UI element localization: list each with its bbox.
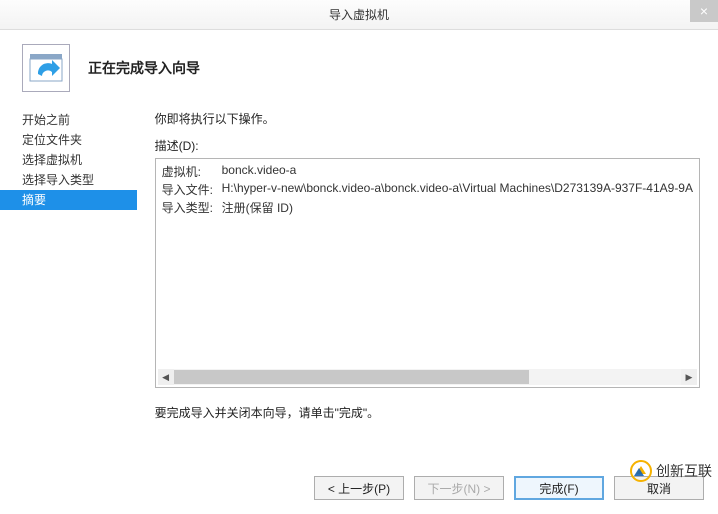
scroll-right-button[interactable]: ▶: [681, 369, 697, 385]
title-bar: 导入虚拟机 ×: [0, 0, 718, 30]
sidebar-item-label: 摘要: [22, 193, 46, 207]
sidebar-item-label: 选择虚拟机: [22, 153, 82, 167]
summary-val: 注册(保留 ID): [222, 199, 693, 216]
finish-button[interactable]: 完成(F): [514, 476, 604, 500]
summary-intro: 你即将执行以下操作。: [155, 110, 700, 127]
window-title: 导入虚拟机: [329, 6, 389, 23]
sidebar-item-locate-folder[interactable]: 定位文件夹: [20, 130, 137, 150]
close-icon: ×: [700, 3, 708, 19]
sidebar-item-select-vm[interactable]: 选择虚拟机: [20, 150, 137, 170]
next-button: 下一步(N) >: [414, 476, 504, 500]
chevron-right-icon: ▶: [686, 372, 693, 383]
finish-hint: 要完成导入并关闭本向导，请单击"完成"。: [155, 404, 700, 421]
sidebar-item-import-type[interactable]: 选择导入类型: [20, 170, 137, 190]
sidebar-item-label: 开始之前: [22, 113, 70, 127]
scroll-track[interactable]: [174, 369, 681, 385]
wizard-icon-frame: [22, 44, 70, 92]
previous-button[interactable]: < 上一步(P): [314, 476, 404, 500]
sidebar-item-before-begin[interactable]: 开始之前: [20, 110, 137, 130]
summary-row-type: 导入类型: 注册(保留 ID): [162, 199, 693, 216]
wizard-header: 正在完成导入向导: [0, 30, 718, 110]
sidebar-item-label: 定位文件夹: [22, 133, 82, 147]
import-arrow-icon: [24, 46, 68, 90]
summary-row-vm: 虚拟机: bonck.video-a: [162, 163, 693, 180]
close-button[interactable]: ×: [690, 0, 718, 22]
description-box: 虚拟机: bonck.video-a 导入文件: H:\hyper-v-new\…: [155, 158, 700, 388]
summary-key: 导入文件:: [162, 181, 222, 198]
summary-key: 虚拟机:: [162, 163, 222, 180]
wizard-main: 你即将执行以下操作。 描述(D): 虚拟机: bonck.video-a 导入文…: [137, 110, 718, 456]
summary-key: 导入类型:: [162, 199, 222, 216]
page-title: 正在完成导入向导: [88, 58, 200, 78]
scroll-left-button[interactable]: ◀: [158, 369, 174, 385]
wizard-sidebar: 开始之前 定位文件夹 选择虚拟机 选择导入类型 摘要: [0, 110, 137, 456]
description-label: 描述(D):: [155, 137, 700, 154]
summary-val: bonck.video-a: [222, 163, 693, 180]
cancel-button[interactable]: 取消: [614, 476, 704, 500]
scroll-thumb[interactable]: [174, 370, 529, 384]
summary-val: H:\hyper-v-new\bonck.video-a\bonck.video…: [222, 181, 693, 198]
wizard-button-row: < 上一步(P) 下一步(N) > 完成(F) 取消: [314, 476, 704, 500]
wizard-body: 开始之前 定位文件夹 选择虚拟机 选择导入类型 摘要 你即将执行以下操作。 描述…: [0, 110, 718, 456]
horizontal-scrollbar[interactable]: ◀ ▶: [158, 369, 697, 385]
sidebar-item-label: 选择导入类型: [22, 173, 94, 187]
sidebar-item-summary[interactable]: 摘要: [0, 190, 137, 210]
chevron-left-icon: ◀: [162, 372, 169, 383]
summary-row-file: 导入文件: H:\hyper-v-new\bonck.video-a\bonck…: [162, 181, 693, 198]
